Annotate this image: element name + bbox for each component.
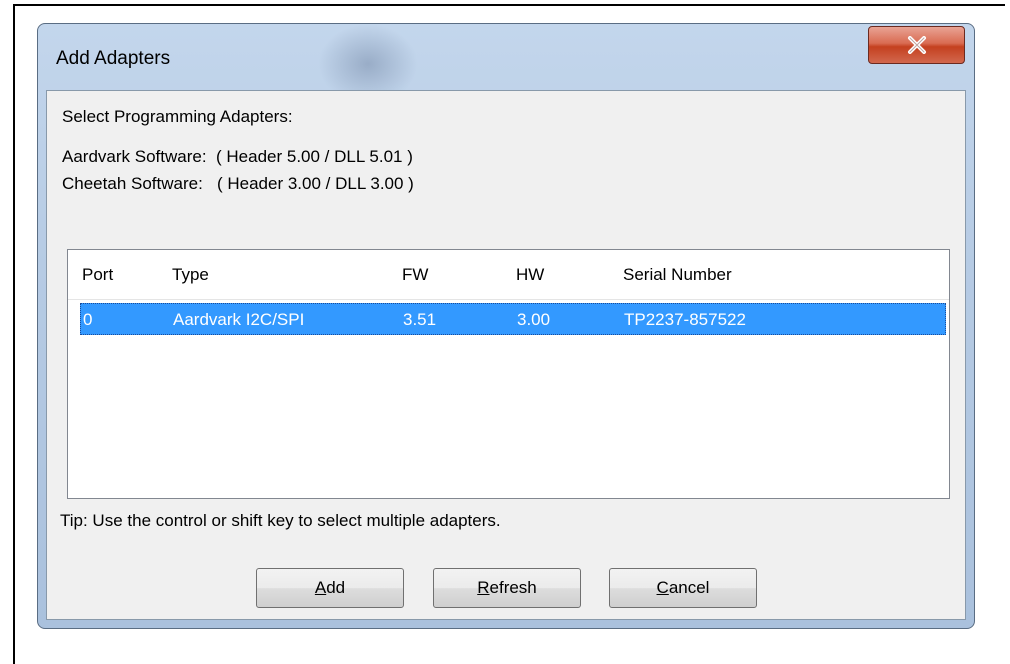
- column-port[interactable]: Port: [82, 265, 113, 285]
- column-serial-number[interactable]: Serial Number: [623, 265, 732, 285]
- column-type[interactable]: Type: [172, 265, 209, 285]
- add-adapters-dialog: Add Adapters Select Programming Adapters…: [37, 23, 975, 629]
- cancel-button[interactable]: Cancel: [609, 568, 757, 608]
- cell-type: Aardvark I2C/SPI: [173, 310, 305, 329]
- select-heading: Select Programming Adapters:: [62, 107, 293, 126]
- tip-text: Tip: Use the control or shift key to sel…: [60, 511, 501, 530]
- add-mnemonic: A: [314, 578, 327, 597]
- cancel-label-rest: ancel: [668, 578, 710, 597]
- column-fw[interactable]: FW: [402, 265, 428, 285]
- cheetah-version: Cheetah Software: ( Header 3.00 / DLL 3.…: [62, 174, 414, 193]
- close-icon: [907, 36, 926, 54]
- refresh-mnemonic: R: [477, 578, 490, 597]
- cancel-mnemonic: C: [656, 578, 669, 597]
- cell-port: 0: [83, 310, 93, 329]
- cell-fw: 3.51: [403, 310, 437, 329]
- adapter-list[interactable]: Port Type FW HW Serial Number 0 Aardvark…: [67, 249, 950, 499]
- dialog-title: Add Adapters: [56, 48, 171, 69]
- refresh-button[interactable]: Refresh: [433, 568, 581, 608]
- close-button[interactable]: [868, 26, 965, 64]
- dialog-client-area: Select Programming Adapters: Aardvark So…: [46, 90, 966, 620]
- aardvark-version: Aardvark Software: ( Header 5.00 / DLL 5…: [62, 147, 413, 166]
- cell-serial-number: TP2237-857522: [624, 310, 746, 329]
- table-row[interactable]: 0 Aardvark I2C/SPI 3.51 3.00 TP2237-8575…: [80, 303, 946, 335]
- add-button[interactable]: Add: [256, 568, 404, 608]
- refresh-label-rest: efresh: [489, 578, 537, 597]
- cell-hw: 3.00: [517, 310, 551, 329]
- column-hw[interactable]: HW: [516, 265, 544, 285]
- add-label-rest: dd: [326, 578, 346, 597]
- list-header: Port Type FW HW Serial Number: [68, 250, 949, 300]
